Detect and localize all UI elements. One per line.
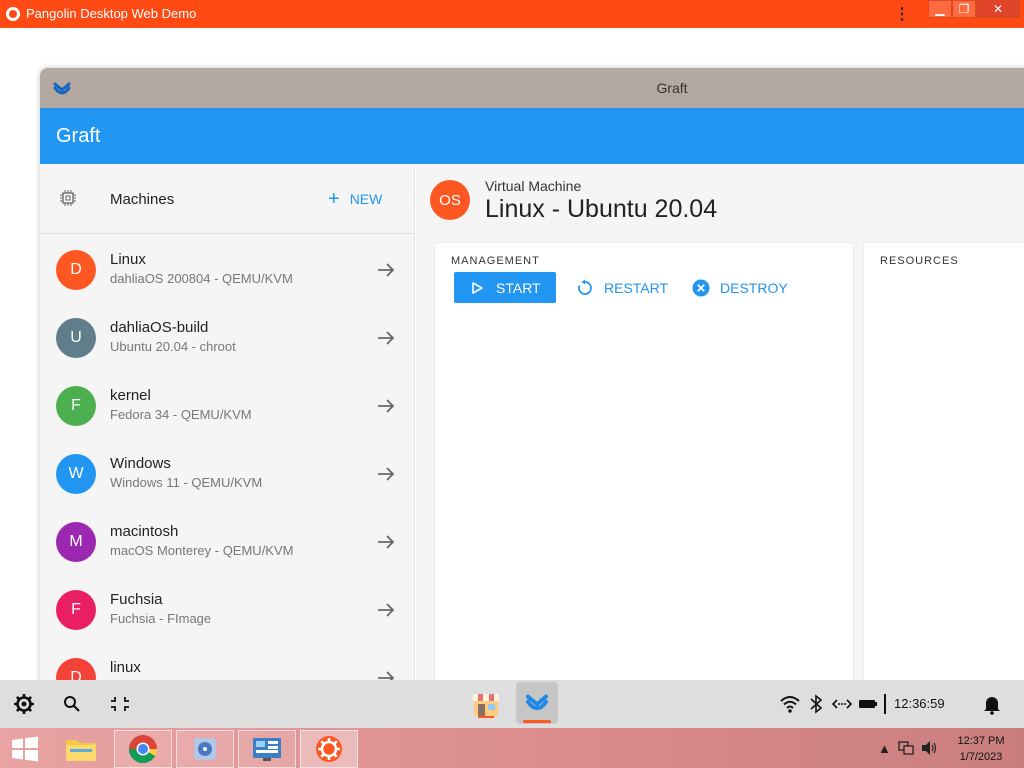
machine-item-linux[interactable]: D Linux dahliaOS 200804 - QEMU/KVM: [40, 236, 415, 304]
battery-icon[interactable]: [856, 692, 880, 716]
machine-subtitle: dahliaOS 200804 - QEMU/KVM: [110, 271, 293, 286]
management-card: MANAGEMENT START RESTART DESTROY: [434, 242, 854, 688]
resources-card: RESOURCES: [863, 242, 1024, 688]
active-indicator: [523, 720, 551, 723]
machine-name: macintosh: [110, 523, 179, 540]
avatar: F: [56, 386, 96, 426]
wifi-icon[interactable]: [778, 692, 802, 716]
machine-name: dahliaOS-build: [110, 319, 209, 336]
store-icon[interactable]: [470, 688, 502, 720]
search-icon[interactable]: [60, 692, 84, 716]
outer-window-title: Pangolin Desktop Web Demo: [26, 6, 197, 21]
notifications-bell-icon[interactable]: [980, 692, 1004, 716]
windows-start-icon[interactable]: [10, 736, 40, 762]
machine-subtitle: Ubuntu 20.04 - chroot: [110, 339, 236, 354]
window-title: Graft: [656, 80, 688, 96]
machine-subtitle: macOS Monterey - QEMU/KVM: [110, 543, 294, 558]
avatar: U: [56, 318, 96, 358]
machine-name: kernel: [110, 387, 151, 404]
graft-taskbar-app[interactable]: [516, 682, 558, 724]
chip-icon: [60, 190, 76, 206]
tray-divider: [884, 694, 886, 714]
shelf-clock[interactable]: 12:36:59: [894, 696, 945, 711]
avatar: W: [56, 454, 96, 494]
machine-item-macintosh[interactable]: M macintosh macOS Monterey - QEMU/KVM: [40, 508, 415, 576]
more-menu-icon[interactable]: ⋮: [894, 4, 910, 24]
start-label: START: [496, 279, 541, 296]
pangolin-app-icon: [316, 736, 342, 762]
arrow-right-icon: [378, 331, 395, 345]
tray-chevron-icon[interactable]: ▲: [878, 741, 891, 756]
graft-window: Graft Graft Machines + NEW D Linux dahli…: [40, 68, 1024, 688]
machine-subtitle: Windows 11 - QEMU/KVM: [110, 475, 263, 490]
window-titlebar[interactable]: Graft: [40, 68, 1024, 108]
avatar: D: [56, 250, 96, 290]
arrow-right-icon: [378, 467, 395, 481]
machine-name: Fuchsia: [110, 591, 163, 608]
machine-name: Windows: [110, 455, 171, 472]
graft-logo-icon: [525, 694, 549, 711]
media-player-icon: [194, 738, 216, 760]
restart-button[interactable]: RESTART: [576, 272, 668, 303]
os-avatar: OS: [430, 180, 470, 220]
machine-name: linux: [110, 659, 141, 676]
media-app[interactable]: [176, 730, 234, 768]
vm-title: Linux - Ubuntu 20.04: [485, 195, 718, 223]
plus-icon: +: [328, 188, 340, 210]
network-tray-icon[interactable]: [898, 740, 914, 756]
control-panel-app[interactable]: [238, 730, 296, 768]
start-button[interactable]: START: [454, 272, 556, 303]
settings-gear-icon[interactable]: [12, 692, 36, 716]
bluetooth-icon[interactable]: [804, 692, 828, 716]
sidebar-header: Machines + NEW: [40, 164, 415, 234]
arrow-right-icon: [378, 603, 395, 617]
machine-item-kernel[interactable]: F kernel Fedora 34 - QEMU/KVM: [40, 372, 415, 440]
machine-subtitle: Fuchsia - FImage: [110, 611, 212, 626]
folder-icon: [66, 740, 96, 761]
overview-icon[interactable]: [108, 692, 132, 716]
destroy-button[interactable]: DESTROY: [692, 272, 788, 303]
machines-heading: Machines: [110, 191, 175, 208]
new-machine-button[interactable]: + NEW: [328, 188, 398, 210]
machine-item-fuchsia[interactable]: F Fuchsia Fuchsia - FImage: [40, 576, 415, 644]
restart-icon: [578, 279, 592, 295]
machine-item-dahliaos-build[interactable]: U dahliaOS-build Ubuntu 20.04 - chroot: [40, 304, 415, 372]
windows-taskbar: ▲ 12:37 PM 1/7/2023: [0, 728, 1024, 768]
new-button-label: NEW: [349, 191, 383, 207]
chrome-app[interactable]: [114, 730, 172, 768]
machine-subtitle: Fedora 34 - QEMU/KVM: [110, 407, 252, 422]
cancel-circle-icon: [692, 279, 710, 296]
chrome-icon: [128, 735, 157, 764]
file-explorer-app[interactable]: [52, 730, 110, 768]
restart-label: RESTART: [604, 279, 669, 296]
taskbar-time[interactable]: 12:37 PM: [950, 735, 1012, 747]
control-panel-icon: [253, 738, 281, 761]
arrow-right-icon: [378, 535, 395, 549]
management-heading: MANAGEMENT: [451, 255, 540, 267]
taskbar-date[interactable]: 1/7/2023: [950, 751, 1012, 763]
app-bar: Graft: [40, 108, 1024, 164]
arrow-right-icon: [378, 399, 395, 413]
machine-detail: OS Virtual Machine Linux - Ubuntu 20.04 …: [416, 164, 1024, 688]
resources-heading: RESOURCES: [880, 255, 959, 267]
network-icon[interactable]: [830, 692, 854, 716]
avatar: F: [56, 590, 96, 630]
destroy-label: DESTROY: [720, 279, 788, 296]
vm-kind-label: Virtual Machine: [485, 178, 582, 194]
machine-item-windows[interactable]: W Windows Windows 11 - QEMU/KVM: [40, 440, 415, 508]
pangolin-logo-icon: [6, 7, 20, 21]
machines-sidebar: Machines + NEW D Linux dahliaOS 200804 -…: [40, 164, 415, 688]
machine-name: Linux: [110, 251, 146, 268]
maximize-button[interactable]: ❐: [952, 0, 976, 18]
volume-icon[interactable]: [920, 740, 938, 756]
arrow-right-icon: [378, 263, 395, 277]
minimize-button[interactable]: ▁: [928, 0, 952, 18]
app-title: Graft: [56, 125, 101, 147]
pangolin-taskbar: 12:36:59: [0, 680, 1024, 728]
outer-title-bar: Pangolin Desktop Web Demo ⋮ ▁ ❐ ✕: [0, 0, 1024, 28]
pangolin-app[interactable]: [300, 730, 358, 768]
close-button[interactable]: ✕: [976, 0, 1020, 18]
play-icon: [472, 281, 483, 294]
avatar: M: [56, 522, 96, 562]
